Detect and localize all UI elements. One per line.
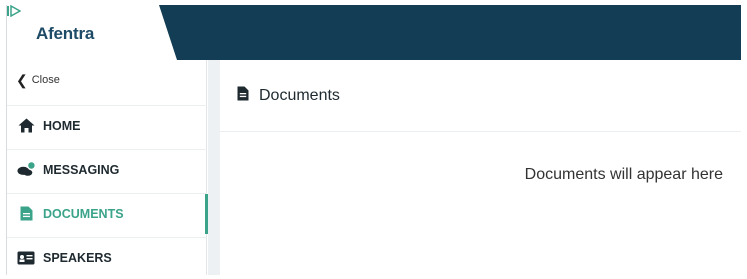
brand-logo-icon bbox=[7, 5, 21, 17]
sidebar-item-messaging[interactable]: MESSAGING bbox=[7, 149, 207, 189]
id-card-icon bbox=[17, 250, 35, 266]
sidebar-item-speakers[interactable]: SPEAKERS bbox=[7, 237, 207, 275]
logo-tab[interactable]: Afentra bbox=[7, 5, 177, 60]
sidebar-item-home[interactable]: HOME bbox=[7, 105, 207, 145]
document-icon bbox=[17, 206, 35, 222]
page-title: Documents bbox=[259, 86, 340, 104]
brand-logo-text: Afentra bbox=[36, 24, 95, 43]
empty-state-message: Documents will appear here bbox=[524, 166, 723, 183]
top-bar: Afentra bbox=[7, 5, 741, 60]
document-icon bbox=[237, 86, 249, 106]
sidebar-item-documents[interactable]: DOCUMENTS bbox=[7, 193, 208, 234]
sidebar-item-label: HOME bbox=[43, 118, 81, 133]
content-header: Documents bbox=[220, 60, 741, 132]
home-icon bbox=[17, 118, 35, 134]
main-content: Documents Documents will appear here bbox=[220, 60, 741, 275]
chevron-left-icon: ❮ bbox=[16, 71, 28, 88]
sidebar-item-label: SPEAKERS bbox=[43, 250, 112, 265]
content-gutter bbox=[208, 60, 220, 275]
chat-icon bbox=[17, 162, 35, 178]
app-frame: Afentra ❮ Close HOME MESSAGING DOCUMENTS… bbox=[6, 5, 741, 275]
close-button[interactable]: ❮ Close bbox=[16, 70, 60, 90]
sidebar: ❮ Close HOME MESSAGING DOCUMENTS SPEAKER… bbox=[7, 60, 208, 275]
sidebar-item-label: DOCUMENTS bbox=[43, 206, 124, 221]
close-label: Close bbox=[31, 74, 60, 86]
sidebar-item-label: MESSAGING bbox=[43, 162, 120, 177]
